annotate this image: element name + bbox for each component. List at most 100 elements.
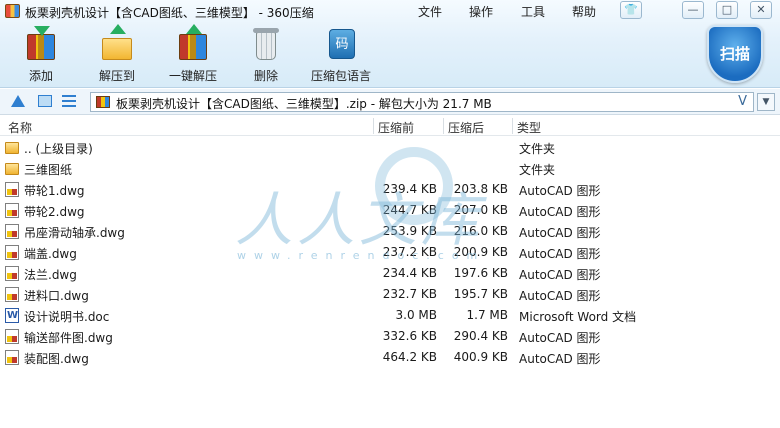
list-item[interactable]: 装配图.dwg 464.2 KB 400.9 KB AutoCAD 图形 [0, 347, 780, 368]
list-view-icon[interactable] [62, 95, 76, 107]
file-name: 进料口.dwg [24, 289, 89, 303]
path-dropdown-button[interactable]: ▼ [757, 93, 775, 111]
column-name[interactable]: 名称 [8, 119, 32, 136]
file-type: 文件夹 [519, 163, 556, 177]
list-item[interactable]: 设计说明书.doc 3.0 MB 1.7 MB Microsoft Word 文… [0, 305, 780, 326]
column-packed[interactable]: 压缩后 [448, 119, 484, 136]
file-name: 三维图纸 [24, 163, 73, 177]
file-name: 设计说明书.doc [24, 310, 110, 324]
file-name: 装配图.dwg [24, 352, 89, 366]
file-packed-size: 200.9 KB [453, 245, 508, 259]
file-type: AutoCAD 图形 [519, 352, 601, 366]
dwg-file-icon [5, 350, 19, 365]
file-packed-size: 290.4 KB [453, 329, 508, 343]
skin-button[interactable]: 👕 [620, 1, 642, 19]
file-type: AutoCAD 图形 [519, 226, 601, 240]
dwg-file-icon [5, 182, 19, 197]
file-size: 244.7 KB [382, 203, 437, 217]
one-click-extract-button[interactable]: 一键解压 [158, 24, 228, 84]
up-arrow-icon[interactable] [11, 95, 25, 107]
file-size: 237.2 KB [382, 245, 437, 259]
column-type[interactable]: 类型 [517, 119, 541, 136]
path-v-icon[interactable]: V [738, 94, 747, 109]
list-item[interactable]: 法兰.dwg 234.4 KB 197.6 KB AutoCAD 图形 [0, 263, 780, 284]
file-packed-size: 195.7 KB [453, 287, 508, 301]
file-name: 法兰.dwg [24, 268, 77, 282]
list-item[interactable]: 三维图纸 文件夹 [0, 158, 780, 179]
minimize-button[interactable]: — [682, 1, 704, 19]
list-item[interactable]: 带轮1.dwg 239.4 KB 203.8 KB AutoCAD 图形 [0, 179, 780, 200]
archive-language-icon: 码 [323, 26, 359, 62]
scan-shield-button[interactable]: 扫描 [707, 25, 763, 83]
file-type: AutoCAD 图形 [519, 331, 601, 345]
archive-language-label: 压缩包语言 [310, 69, 371, 83]
add-button[interactable]: 添加 [6, 26, 76, 84]
path-field[interactable]: 板栗剥壳机设计【含CAD图纸、三维模型】.zip - 解包大小为 21.7 MB… [90, 92, 754, 112]
trash-icon [248, 26, 284, 62]
file-type: 文件夹 [519, 142, 556, 156]
extract-to-icon [99, 24, 135, 62]
list-item[interactable]: 输送部件图.dwg 332.6 KB 290.4 KB AutoCAD 图形 [0, 326, 780, 347]
file-type: AutoCAD 图形 [519, 247, 601, 261]
list-item[interactable]: .. (上级目录) 文件夹 [0, 137, 780, 158]
file-size: 332.6 KB [382, 329, 437, 343]
file-packed-size: 1.7 MB [466, 308, 508, 322]
file-name: 带轮1.dwg [24, 184, 85, 198]
list-item[interactable]: 吊座滑动轴承.dwg 253.9 KB 216.0 KB AutoCAD 图形 [0, 221, 780, 242]
file-list: .. (上级目录) 文件夹 三维图纸 文件夹 带轮1.dwg 239.4 KB … [0, 137, 780, 428]
file-size: 239.4 KB [382, 182, 437, 196]
file-size: 3.0 MB [395, 308, 437, 322]
delete-label: 删除 [253, 69, 278, 83]
file-name: 带轮2.dwg [24, 205, 85, 219]
menu-operate[interactable]: 操作 [469, 3, 493, 20]
file-size: 234.4 KB [382, 266, 437, 280]
add-label: 添加 [28, 69, 53, 83]
file-packed-size: 197.6 KB [453, 266, 508, 280]
menu-help[interactable]: 帮助 [572, 3, 596, 20]
title-bar: 板栗剥壳机设计【含CAD图纸、三维模型】 - 360压缩 文件 操作 工具 帮助… [0, 0, 780, 22]
file-name: 吊座滑动轴承.dwg [24, 226, 125, 240]
one-click-extract-label: 一键解压 [168, 69, 217, 83]
archive-icon [96, 96, 110, 108]
file-type: AutoCAD 图形 [519, 184, 601, 198]
file-type: AutoCAD 图形 [519, 268, 601, 282]
restore-button[interactable]: □ [716, 1, 738, 19]
file-name: 端盖.dwg [24, 247, 77, 261]
menu-file[interactable]: 文件 [418, 3, 442, 20]
file-packed-size: 203.8 KB [453, 182, 508, 196]
file-size: 253.9 KB [382, 224, 437, 238]
file-packed-size: 216.0 KB [453, 224, 508, 238]
dwg-file-icon [5, 245, 19, 260]
column-size[interactable]: 压缩前 [378, 119, 414, 136]
file-type: Microsoft Word 文档 [519, 310, 637, 324]
folder-icon [5, 163, 19, 175]
app-logo-icon [5, 4, 20, 18]
delete-button[interactable]: 删除 [231, 26, 301, 84]
file-name: .. (上级目录) [24, 142, 93, 156]
file-name: 输送部件图.dwg [24, 331, 113, 345]
column-header: 名称 压缩前 压缩后 类型 [0, 116, 780, 136]
close-button[interactable]: ✕ [750, 1, 772, 19]
add-archive-icon [23, 26, 59, 62]
file-type: AutoCAD 图形 [519, 205, 601, 219]
path-text: 板栗剥壳机设计【含CAD图纸、三维模型】.zip - 解包大小为 21.7 MB [116, 97, 492, 111]
list-item[interactable]: 进料口.dwg 232.7 KB 195.7 KB AutoCAD 图形 [0, 284, 780, 305]
extract-to-label: 解压到 [98, 69, 135, 83]
dwg-file-icon [5, 266, 19, 281]
dwg-file-icon [5, 224, 19, 239]
list-item[interactable]: 端盖.dwg 237.2 KB 200.9 KB AutoCAD 图形 [0, 242, 780, 263]
window-chrome: 板栗剥壳机设计【含CAD图纸、三维模型】 - 360压缩 文件 操作 工具 帮助… [0, 0, 780, 88]
word-doc-icon [5, 308, 19, 323]
archive-language-button[interactable]: 码 压缩包语言 [306, 26, 376, 84]
window-title: 板栗剥壳机设计【含CAD图纸、三维模型】 - 360压缩 [25, 6, 314, 20]
thumbnail-view-icon[interactable] [38, 95, 52, 107]
folder-icon [5, 142, 19, 154]
file-type: AutoCAD 图形 [519, 289, 601, 303]
dwg-file-icon [5, 329, 19, 344]
list-item[interactable]: 带轮2.dwg 244.7 KB 207.0 KB AutoCAD 图形 [0, 200, 780, 221]
file-size: 232.7 KB [382, 287, 437, 301]
dwg-file-icon [5, 203, 19, 218]
file-packed-size: 207.0 KB [453, 203, 508, 217]
extract-to-button[interactable]: 解压到 [82, 24, 152, 84]
menu-tools[interactable]: 工具 [521, 3, 545, 20]
